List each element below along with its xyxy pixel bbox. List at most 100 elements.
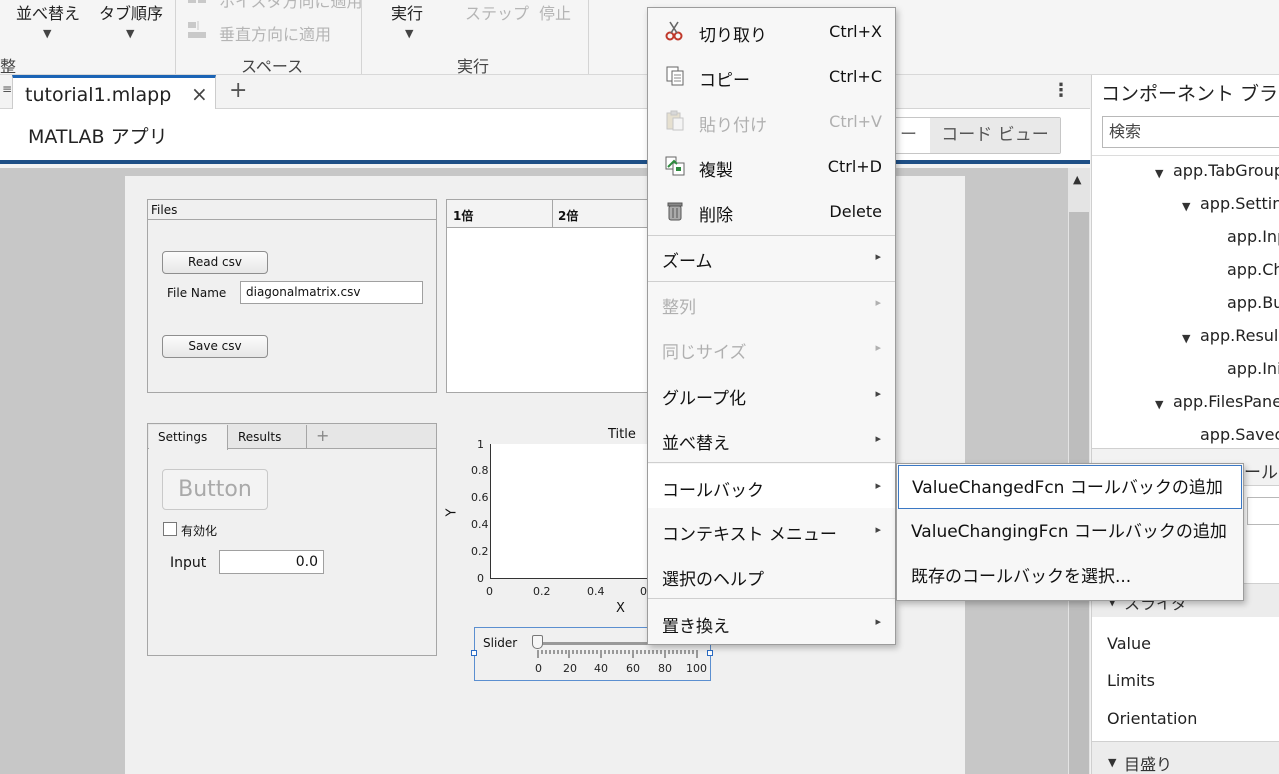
menu-item-replace[interactable]: 置き換え ▸ [648, 602, 895, 642]
slider-tick-label: 100 [686, 662, 707, 675]
scissors-icon [665, 21, 683, 41]
menu-item-paste[interactable]: 貼り付け Ctrl+V [648, 101, 895, 141]
inspector-search-input[interactable] [1247, 497, 1279, 525]
tree-item-input[interactable]: app.Inp [1227, 227, 1279, 246]
file-name-label: File Name [167, 286, 227, 300]
taborder-button[interactable]: タブ順序 [99, 0, 163, 24]
apply-vertical-button[interactable]: 垂直方向に適用 [219, 21, 331, 45]
uiaxes[interactable]: Title 1 0.8 0.6 0.4 0.2 0 Y 0 0.2 0.4 0.… [444, 425, 650, 620]
add-tab-icon[interactable]: + [316, 426, 329, 445]
tree-item-settings[interactable]: app.Settin [1200, 194, 1279, 213]
tab-settings[interactable]: Settings [158, 430, 207, 444]
menu-item-cut[interactable]: 切り取り Ctrl+X [648, 11, 895, 51]
menu-item-copy[interactable]: コピー Ctrl+C [648, 56, 895, 96]
tab-menu-grip-icon[interactable]: ≡ [2, 82, 12, 96]
stop-button[interactable]: 停止 [539, 0, 571, 24]
resize-handle[interactable] [471, 650, 477, 656]
close-tab-icon[interactable]: × [191, 82, 208, 106]
add-valuechanged-callback[interactable]: ValueChangedFcn コールバックの追加 [898, 465, 1242, 509]
menu-item-delete[interactable]: 削除 Delete [648, 191, 895, 231]
enable-checkbox[interactable] [163, 522, 177, 536]
menu-item-context-menu[interactable]: コンテキスト メニュー ▸ [648, 510, 895, 550]
menu-item-callback[interactable]: コールバック ▸ [648, 464, 895, 508]
slider-tick-label: 60 [626, 662, 640, 675]
tree-item-button[interactable]: app.Bu [1227, 293, 1279, 312]
apply-horizontal-button[interactable]: ホイスタ方向に適用 [219, 0, 363, 12]
inspector-tab-partial[interactable]: ール [1244, 458, 1278, 483]
tree-item-results[interactable]: app.Resul [1200, 326, 1278, 345]
slider-ticks [537, 650, 698, 658]
toolstrip-divider [361, 0, 362, 74]
read-csv-button[interactable]: Read csv [162, 251, 268, 274]
select-existing-callback[interactable]: 既存のコールバックを選択... [898, 555, 1242, 599]
collapse-icon[interactable]: ▼ [1182, 332, 1190, 345]
paste-icon [666, 110, 684, 131]
menu-item-label: 選択のヘルプ [662, 570, 764, 590]
ticks-section-header[interactable] [1092, 741, 1279, 774]
copy-icon [666, 66, 684, 86]
slider-thumb[interactable] [532, 635, 543, 649]
tab-results[interactable]: Results [238, 430, 281, 444]
property-value[interactable]: Value [1107, 634, 1151, 653]
submenu-arrow-icon: ▸ [875, 387, 881, 400]
menu-item-label: 同じサイズ [662, 343, 747, 363]
collapse-icon[interactable]: ▼ [1155, 398, 1163, 411]
disabled-button[interactable]: Button [162, 469, 268, 510]
tree-item-filespanel[interactable]: app.FilesPane [1173, 392, 1279, 411]
tree-item-init[interactable]: app.Ini [1227, 359, 1279, 378]
taborder-dropdown-caret-icon[interactable]: ▼ [126, 27, 134, 40]
collapse-icon[interactable]: ▼ [1182, 200, 1190, 213]
menu-separator [648, 235, 895, 236]
component-search-input[interactable]: 検索 [1102, 116, 1279, 148]
x-tick-label: 0.4 [587, 585, 605, 598]
save-csv-button[interactable]: Save csv [162, 335, 268, 358]
file-name-field[interactable]: diagonalmatrix.csv [240, 281, 423, 304]
add-tab-icon[interactable]: + [229, 78, 247, 103]
submenu-arrow-icon: ▸ [875, 250, 881, 263]
tab-tutorial1[interactable]: tutorial1.mlapp × [12, 75, 216, 109]
menu-item-zoom[interactable]: ズーム ▸ [648, 237, 895, 277]
collapse-icon[interactable]: ▼ [1108, 756, 1116, 769]
slider-label: Slider [483, 636, 518, 650]
input-numeric-field[interactable]: 0.0 [219, 550, 324, 574]
menu-item-group[interactable]: グループ化 ▸ [648, 374, 895, 414]
sort-button[interactable]: 並べ替え [16, 0, 80, 24]
menu-item-label: 並べ替え [662, 434, 730, 454]
more-options-icon[interactable]: ⋮ [1052, 80, 1070, 101]
menu-item-reorder[interactable]: 並べ替え ▸ [648, 419, 895, 459]
settings-tabgroup[interactable]: Settings Results + Button 有効化 Input 0.0 [147, 423, 437, 656]
property-orientation[interactable]: Orientation [1107, 709, 1197, 728]
design-view-button[interactable]: ー [894, 118, 930, 153]
menu-item-help[interactable]: 選択のヘルプ [648, 555, 895, 595]
input-label: Input [170, 555, 207, 571]
slider-tick-label: 80 [658, 662, 672, 675]
data-table[interactable]: 1倍 2倍 [446, 199, 650, 393]
table-column-header[interactable]: 1倍 [453, 207, 473, 224]
menu-item-duplicate[interactable]: 複製 Ctrl+D [648, 146, 895, 186]
step-button[interactable]: ステップ [465, 0, 529, 24]
files-panel[interactable]: Files Read csv File Name diagonalmatrix.… [147, 199, 437, 393]
resize-handle[interactable] [707, 650, 713, 656]
code-view-button[interactable]: コード ビュー [930, 118, 1060, 153]
add-valuechanging-callback[interactable]: ValueChangingFcn コールバックの追加 [898, 510, 1242, 554]
run-button[interactable]: 実行 [391, 0, 423, 24]
menu-item-align[interactable]: 整列 ▸ [648, 283, 895, 323]
table-column-header[interactable]: 2倍 [558, 207, 578, 224]
menu-item-same-size[interactable]: 同じサイズ ▸ [648, 328, 895, 368]
run-dropdown-caret-icon[interactable]: ▼ [405, 27, 413, 40]
scroll-up-icon[interactable]: ▲ [1073, 173, 1081, 186]
menu-item-label: 貼り付け [699, 116, 767, 136]
apply-vertical-icon [186, 20, 210, 42]
collapse-icon[interactable]: ▼ [1155, 167, 1163, 180]
y-tick-label: 0.8 [471, 464, 489, 477]
slider-tick-label: 40 [594, 662, 608, 675]
sort-dropdown-caret-icon[interactable]: ▼ [43, 27, 51, 40]
tree-item-checkbox[interactable]: app.Ch [1227, 260, 1279, 279]
menu-item-shortcut: Delete [829, 202, 882, 221]
property-limits[interactable]: Limits [1107, 671, 1155, 690]
axes-title: Title [608, 427, 636, 442]
menu-item-label: コンテキスト メニュー [662, 525, 837, 545]
axes-plot-area[interactable] [490, 444, 650, 579]
tree-item-save[interactable]: app.Savec [1200, 425, 1279, 444]
tree-item-tabgroup[interactable]: app.TabGroup [1173, 161, 1279, 180]
